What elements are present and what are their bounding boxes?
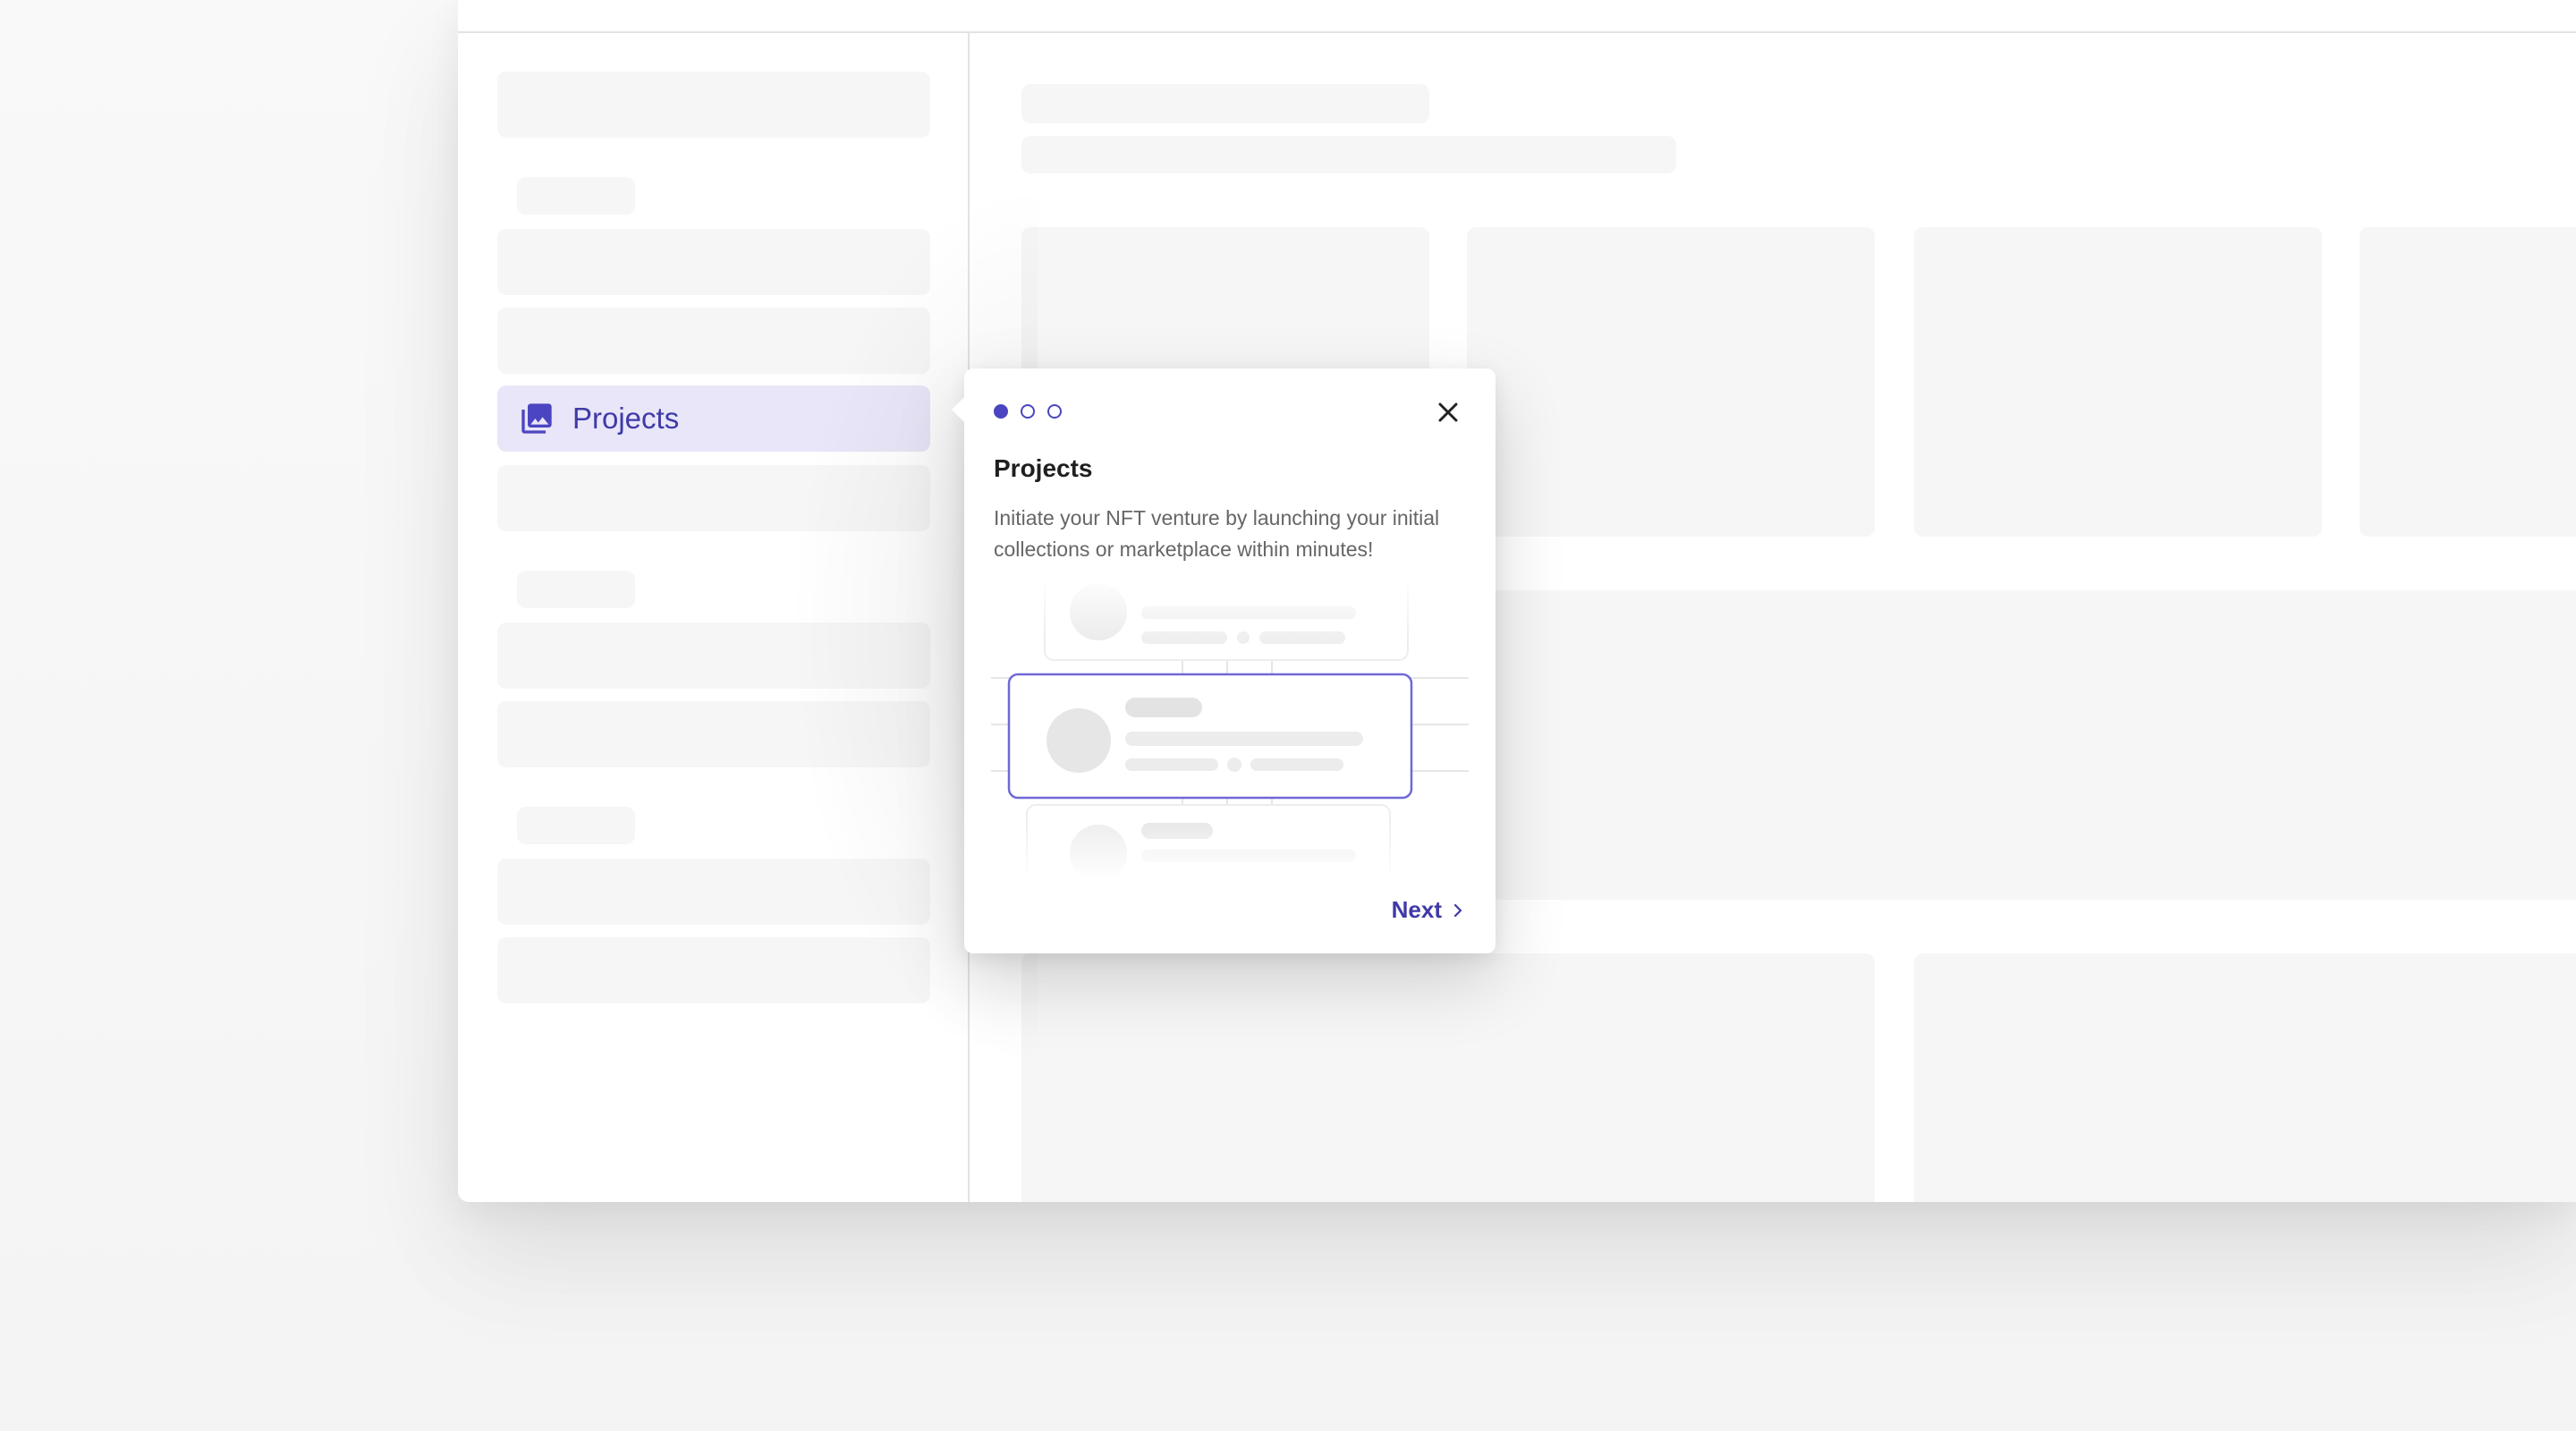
onboarding-popover: Projects Initiate your NFT venture by la…	[952, 368, 1496, 953]
step-dot-2	[1021, 404, 1035, 419]
sidebar-section-label-placeholder	[517, 571, 635, 608]
panel-placeholder	[1021, 953, 1875, 1202]
next-button[interactable]: Next	[1392, 896, 1465, 924]
sidebar-item-label: Projects	[572, 402, 680, 435]
sidebar-item-projects[interactable]: Projects	[497, 385, 930, 452]
next-label: Next	[1391, 896, 1442, 923]
close-icon	[1438, 402, 1458, 422]
step-dot-1	[994, 404, 1008, 419]
popover-title: Projects	[994, 454, 1093, 482]
card-placeholder	[1467, 227, 1875, 537]
sidebar-section-label-placeholder	[517, 177, 635, 215]
card-placeholder	[2360, 227, 2576, 537]
popover-arrow	[952, 395, 966, 424]
step-indicator	[994, 404, 1062, 419]
page-subtitle-placeholder	[1021, 136, 1676, 174]
app-window: Projects	[458, 0, 2576, 1202]
card-placeholder	[1914, 227, 2322, 537]
popover-description: Initiate your NFT venture by launching y…	[994, 506, 1440, 561]
sidebar-item-placeholder[interactable]	[497, 859, 930, 925]
step-dot-3	[1047, 404, 1062, 419]
projects-illustration	[991, 576, 1469, 880]
chevron-right-icon	[1453, 903, 1462, 917]
sidebar-section-label-placeholder	[517, 807, 635, 844]
sidebar-item-placeholder[interactable]	[497, 937, 930, 1003]
panel-placeholder	[1914, 953, 2576, 1202]
sidebar: Projects	[458, 32, 970, 1202]
page-title-placeholder	[1021, 84, 1429, 123]
sidebar-search-placeholder	[497, 72, 930, 138]
close-button[interactable]	[1435, 399, 1462, 426]
photo-library-icon	[519, 401, 555, 436]
sidebar-item-placeholder[interactable]	[497, 308, 930, 374]
top-bar	[458, 0, 2576, 33]
sidebar-item-placeholder[interactable]	[497, 465, 930, 531]
sidebar-item-placeholder[interactable]	[497, 229, 930, 295]
sidebar-item-placeholder[interactable]	[497, 701, 930, 767]
sidebar-item-placeholder[interactable]	[497, 622, 930, 689]
